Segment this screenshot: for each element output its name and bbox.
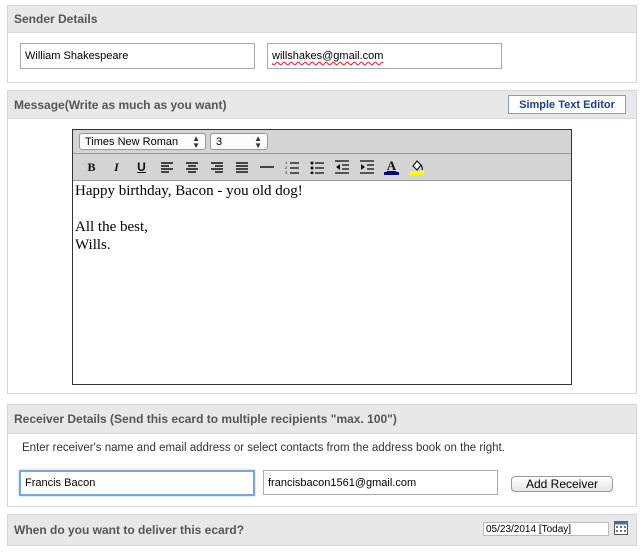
add-receiver-button[interactable]: Add Receiver [511, 476, 613, 492]
message-line [75, 200, 569, 218]
font-family-select[interactable]: Times New Roman ▲ ▼ [79, 133, 206, 150]
outdent-icon[interactable] [329, 156, 354, 178]
align-center-icon[interactable] [179, 156, 204, 178]
delivery-title: When do you want to deliver this ecard? [14, 523, 245, 537]
select-arrows-icon: ▲ ▼ [192, 133, 200, 150]
align-right-icon[interactable] [204, 156, 229, 178]
background-color-icon[interactable] [404, 156, 429, 178]
message-header: Message(Write as much as you want) Simpl… [7, 90, 637, 119]
bold-icon[interactable]: B [79, 156, 104, 178]
italic-icon[interactable]: I [104, 156, 129, 178]
receiver-email-input[interactable] [263, 470, 498, 495]
delivery-date-input[interactable]: 05/23/2014 [Today] [483, 522, 609, 536]
message-line: Happy birthday, Bacon - you old dog! [75, 183, 303, 199]
simple-text-editor-button[interactable]: Simple Text Editor [508, 95, 626, 114]
underline-icon[interactable]: U [129, 156, 154, 178]
message-line: Wills. [75, 237, 111, 253]
sender-email-text: willshakes@gmail.com [272, 50, 384, 62]
select-arrows-icon: ▲ ▼ [254, 133, 262, 150]
sender-name-input[interactable] [20, 43, 255, 69]
calendar-icon[interactable] [614, 521, 628, 535]
align-left-icon[interactable] [154, 156, 179, 178]
message-line: All the best, [75, 219, 148, 235]
svg-text:3: 3 [285, 170, 288, 174]
rich-text-editor: Times New Roman ▲ ▼ 3 ▲ ▼ B I U 123 A Ha… [72, 129, 572, 385]
message-content[interactable]: Happy birthday, Bacon - you old dog! All… [73, 181, 571, 255]
receiver-details-header: Receiver Details (Send this ecard to mul… [7, 404, 637, 434]
editor-format-toolbar: B I U 123 A [73, 154, 571, 181]
sender-details-title: Sender Details [14, 12, 98, 26]
sender-details-header: Sender Details [7, 5, 637, 33]
receiver-details-title: Receiver Details (Send this ecard to mul… [14, 412, 397, 426]
indent-icon[interactable] [354, 156, 379, 178]
ordered-list-icon[interactable]: 123 [279, 156, 304, 178]
editor-font-toolbar: Times New Roman ▲ ▼ 3 ▲ ▼ [73, 130, 571, 154]
message-title: Message(Write as much as you want) [14, 97, 227, 112]
unordered-list-icon[interactable] [304, 156, 329, 178]
receiver-instructions: Enter receiver's name and email address … [22, 442, 505, 454]
font-size-select[interactable]: 3 ▲ ▼ [210, 133, 268, 150]
receiver-name-input[interactable] [19, 470, 255, 496]
horizontal-rule-icon[interactable] [254, 156, 279, 178]
sender-email-input[interactable]: willshakes@gmail.com [267, 43, 502, 69]
justify-icon[interactable] [229, 156, 254, 178]
text-color-icon[interactable]: A [379, 156, 404, 178]
